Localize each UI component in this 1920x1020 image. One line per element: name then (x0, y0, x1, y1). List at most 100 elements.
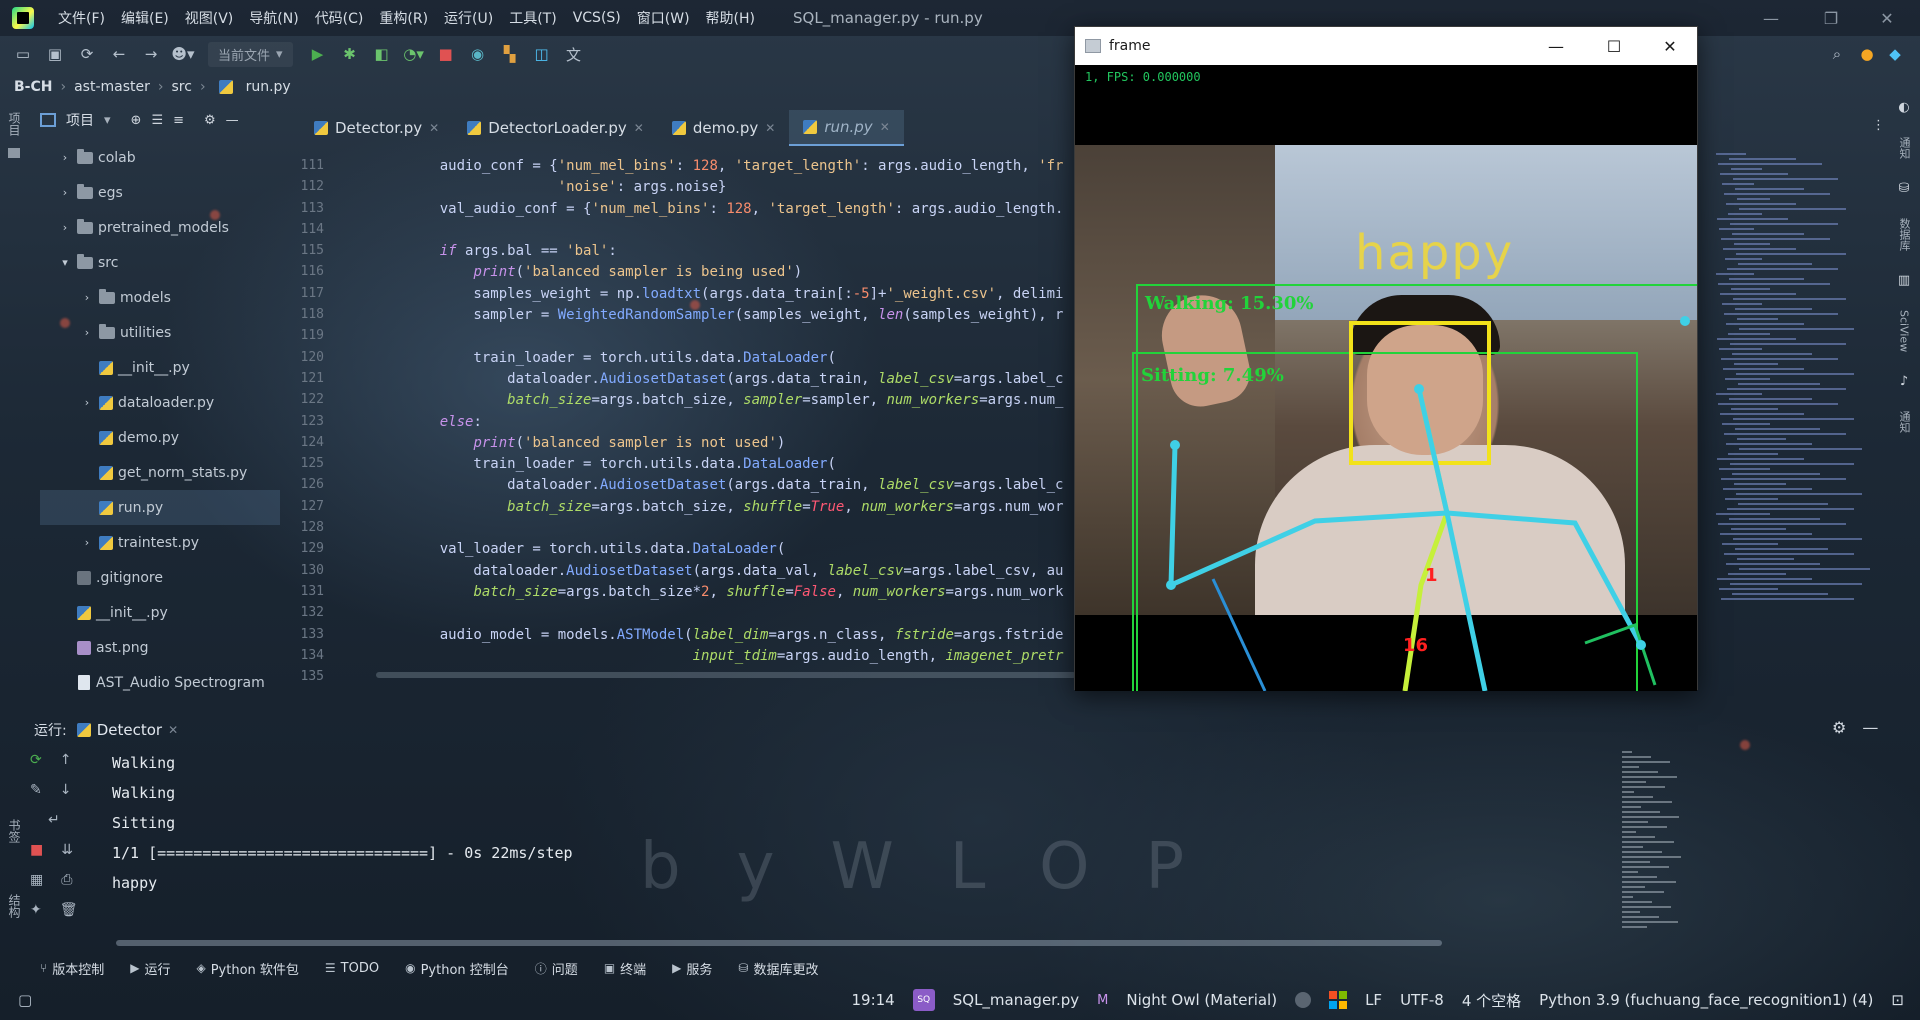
locate-icon[interactable]: ⊕ (131, 113, 142, 128)
close-icon[interactable]: ✕ (880, 120, 890, 134)
close-icon[interactable]: ✕ (634, 121, 644, 135)
wrench-icon[interactable]: ✎ (30, 782, 42, 802)
structure-tool-tab[interactable]: 结构 (6, 894, 23, 918)
editor-gutter[interactable] (324, 499, 406, 520)
more-tabs-icon[interactable]: ⋮ (1872, 118, 1885, 133)
trash-icon[interactable]: 🗑 (60, 902, 78, 922)
console-horizontal-scrollbar[interactable] (116, 940, 1442, 946)
breadcrumb-project[interactable]: B-CH (14, 79, 52, 95)
tree-item[interactable]: ast.png (40, 630, 280, 665)
python-interpreter[interactable]: Python 3.9 (fuchuang_face_recognition1) … (1539, 991, 1873, 1009)
bottom-tab[interactable]: ▶ 服务 (672, 959, 712, 978)
notifications-tool-tab[interactable]: 通知 (1896, 137, 1912, 159)
editor-gutter[interactable] (324, 350, 406, 371)
plugin-icon[interactable]: ▚ (497, 42, 523, 66)
editor-horizontal-scrollbar[interactable] (376, 672, 1076, 678)
tree-item[interactable]: › traintest.py (40, 525, 280, 560)
jetbrains-icon[interactable]: ◆ (1882, 42, 1908, 66)
sql-plugin-badge[interactable]: SQ (912, 989, 935, 1011)
editor-gutter[interactable] (324, 264, 406, 285)
close-icon[interactable]: ✕ (765, 121, 775, 135)
toggle-panels-icon[interactable]: ▢ (18, 991, 32, 1009)
open-icon[interactable]: ▭ (10, 42, 36, 66)
editor-gutter[interactable] (324, 435, 406, 456)
tab-demo-py[interactable]: demo.py ✕ (658, 110, 790, 146)
run-config-selector[interactable]: 当前文件 ▾ (208, 41, 293, 67)
editor-gutter[interactable] (324, 158, 406, 179)
editor-gutter[interactable] (324, 392, 406, 413)
save-icon[interactable]: ▣ (42, 42, 68, 66)
tree-item[interactable]: __init__.py (40, 350, 280, 385)
bottom-tab[interactable]: ☰ TODO (325, 961, 379, 976)
tree-item[interactable]: ▾ src (40, 245, 280, 280)
tree-item[interactable]: › dataloader.py (40, 385, 280, 420)
lock-icon[interactable]: ⊡ (1891, 991, 1904, 1009)
file-encoding[interactable]: UTF-8 (1400, 991, 1444, 1009)
menu-navigate[interactable]: 导航(N) (241, 8, 306, 28)
sync-icon[interactable]: ⟳ (74, 42, 100, 66)
bottom-tab[interactable]: ▣ 终端 (604, 959, 646, 978)
chevron-down-icon[interactable]: ▾ (104, 113, 111, 128)
theme-name[interactable]: Night Owl (Material) (1126, 991, 1277, 1009)
tree-item[interactable]: run.py (40, 490, 280, 525)
forward-icon[interactable]: → (138, 42, 164, 66)
editor-gutter[interactable] (324, 477, 406, 498)
editor-gutter[interactable] (324, 627, 406, 648)
editor-gutter[interactable] (324, 456, 406, 477)
run-config-tab[interactable]: Detector ✕ (76, 721, 178, 739)
layout-icon[interactable]: ▦ (30, 872, 43, 892)
breadcrumb-folder[interactable]: ast-master (74, 79, 150, 95)
translate-icon[interactable]: 文 (561, 42, 587, 66)
user-icon[interactable]: ☻▾ (170, 42, 196, 66)
sciview-icon[interactable]: ◫ (529, 42, 555, 66)
editor-gutter[interactable] (324, 222, 406, 243)
menu-code[interactable]: 代码(C) (307, 8, 372, 28)
menu-file[interactable]: 文件(F) (50, 8, 113, 28)
editor-gutter[interactable] (324, 371, 406, 392)
stop-icon[interactable]: ■ (433, 42, 459, 66)
minimize-icon[interactable]: — (1527, 27, 1585, 65)
run-icon[interactable]: ▶ (305, 42, 331, 66)
breadcrumb-folder[interactable]: src (172, 79, 192, 95)
minimize-icon[interactable]: — (1744, 0, 1798, 36)
expand-all-icon[interactable]: ☰ (151, 113, 163, 128)
back-icon[interactable]: ← (106, 42, 132, 66)
menu-view[interactable]: 视图(V) (177, 8, 242, 28)
close-icon[interactable]: ✕ (1860, 0, 1914, 36)
menu-help[interactable]: 帮助(H) (698, 8, 763, 28)
close-icon[interactable]: ✕ (168, 723, 178, 737)
editor-gutter[interactable] (324, 307, 406, 328)
frame-titlebar[interactable]: frame — ☐ ✕ (1075, 27, 1697, 65)
scroll-up-icon[interactable]: ↑ (60, 752, 72, 772)
tree-item[interactable]: › pretrained_models (40, 210, 280, 245)
update-icon[interactable]: ● (1854, 42, 1880, 66)
hide-panel-icon[interactable]: — (226, 113, 239, 128)
bottom-tab[interactable]: ⑂ 版本控制 (40, 959, 104, 978)
tree-item[interactable]: › egs (40, 175, 280, 210)
bottom-tab[interactable]: ◉ Python 控制台 (405, 959, 509, 978)
notification-tool-tab[interactable]: 通知 (1896, 411, 1912, 433)
close-icon[interactable]: ✕ (1641, 27, 1699, 65)
bookmarks-tool-tab[interactable]: 书签 (6, 819, 23, 843)
tree-item[interactable]: __init__.py (40, 595, 280, 630)
editor-gutter[interactable] (324, 414, 406, 435)
menu-vcs[interactable]: VCS(S) (565, 10, 629, 26)
chevron-down-icon[interactable]: ▾ (58, 256, 72, 269)
bottom-tab[interactable]: ⓘ 问题 (535, 959, 578, 978)
soft-wrap-icon[interactable]: ↵ (48, 812, 60, 832)
chevron-right-icon[interactable]: › (58, 151, 72, 164)
bottom-tab[interactable]: ▶ 运行 (130, 959, 170, 978)
line-separator[interactable]: LF (1365, 991, 1382, 1009)
editor-gutter[interactable] (324, 328, 406, 349)
menu-edit[interactable]: 编辑(E) (113, 8, 177, 28)
search-icon[interactable]: ⌕ (1824, 42, 1850, 66)
editor-gutter[interactable] (324, 541, 406, 562)
sciview-tool-tab[interactable]: SciView (1898, 310, 1911, 352)
gear-icon[interactable]: ⚙ (1832, 718, 1846, 737)
status-indicator-icon[interactable] (1295, 992, 1312, 1008)
chevron-right-icon[interactable]: › (80, 291, 94, 304)
rerun-icon[interactable]: ⟳ (30, 752, 42, 772)
tab-run-py[interactable]: run.py ✕ (789, 110, 904, 146)
menu-tools[interactable]: 工具(T) (501, 8, 564, 28)
status-file[interactable]: SQL_manager.py (953, 991, 1079, 1009)
